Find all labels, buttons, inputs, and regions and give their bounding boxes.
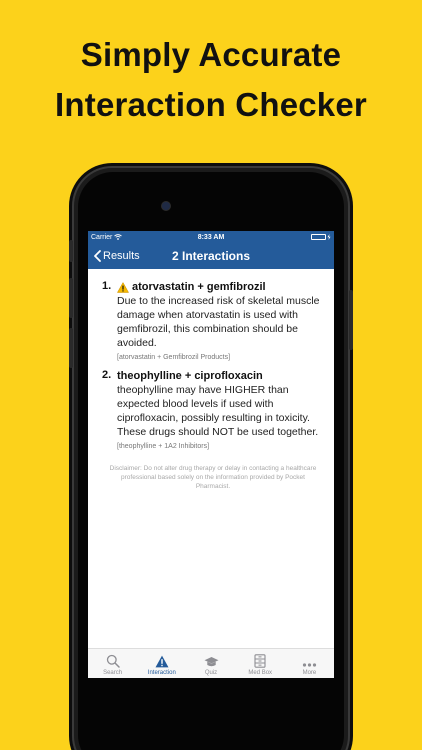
interaction-source: [atorvastatin + Gemfibrozil Products]: [117, 354, 231, 361]
volume-down-button: [69, 328, 73, 368]
back-button-label: Results: [103, 250, 140, 262]
interaction-description: Due to the increased risk of skeletal mu…: [117, 295, 320, 349]
interaction-item[interactable]: 1. atorvastatin + gemfibrozil Due to the…: [102, 280, 324, 361]
interaction-number: 1.: [102, 280, 112, 292]
headline: Simply Accurate Interaction Checker: [0, 30, 422, 130]
interaction-title: atorvastatin + gemfibrozil: [132, 281, 266, 293]
tab-label: More: [302, 670, 317, 676]
graduation-cap-icon: [204, 657, 218, 667]
power-button: [349, 290, 353, 350]
tab-label: Med Box: [248, 670, 273, 676]
tab-label: Quiz: [204, 670, 218, 676]
interaction-source: [theophylline + 1A2 Inhibitors]: [117, 443, 210, 450]
interaction-list: 1. atorvastatin + gemfibrozil Due to the…: [88, 269, 334, 491]
tab-search[interactable]: Search: [88, 649, 137, 678]
navigation-bar: Results 2 Interactions: [88, 243, 334, 269]
interaction-title-row: atorvastatin + gemfibrozil: [117, 280, 324, 294]
tab-quiz[interactable]: Quiz: [186, 649, 235, 678]
mute-switch: [69, 240, 73, 262]
volume-up-button: [69, 278, 73, 318]
back-button[interactable]: Results: [88, 250, 140, 262]
tab-more[interactable]: More: [285, 649, 334, 678]
status-bar: Carrier 8:33 AM: [88, 231, 334, 243]
app-screen: Carrier 8:33 AM Results 2 Interactions 1…: [88, 231, 334, 678]
more-icon: [302, 663, 317, 667]
disclaimer: Disclaimer: Do not alter drug therapy or…: [109, 465, 317, 490]
status-time: 8:33 AM: [197, 233, 225, 241]
headline-line-1: Simply Accurate: [80, 36, 342, 73]
cabinet-icon: [254, 654, 266, 668]
interaction-number: 2.: [102, 369, 112, 381]
tab-interaction[interactable]: Interaction: [137, 649, 186, 678]
warning-icon: [155, 655, 169, 668]
warning-icon: [117, 281, 129, 293]
battery-icon: [311, 234, 326, 240]
chevron-left-icon: [94, 250, 101, 262]
search-icon: [106, 654, 120, 668]
tab-label: Interaction: [147, 670, 176, 676]
headline-line-2: Interaction Checker: [55, 86, 367, 123]
tab-med-box[interactable]: Med Box: [236, 649, 285, 678]
tab-label: Search: [103, 670, 123, 676]
interaction-item[interactable]: 2. theophylline + ciprofloxacin theophyl…: [102, 369, 324, 450]
interaction-title: theophylline + ciprofloxacin: [117, 370, 263, 382]
interaction-description: theophylline may have HIGHER than expect…: [117, 384, 319, 438]
interaction-title-row: theophylline + ciprofloxacin: [117, 369, 324, 383]
front-camera: [162, 202, 170, 210]
tab-bar: Search Interaction Quiz Med Box More: [88, 648, 334, 678]
